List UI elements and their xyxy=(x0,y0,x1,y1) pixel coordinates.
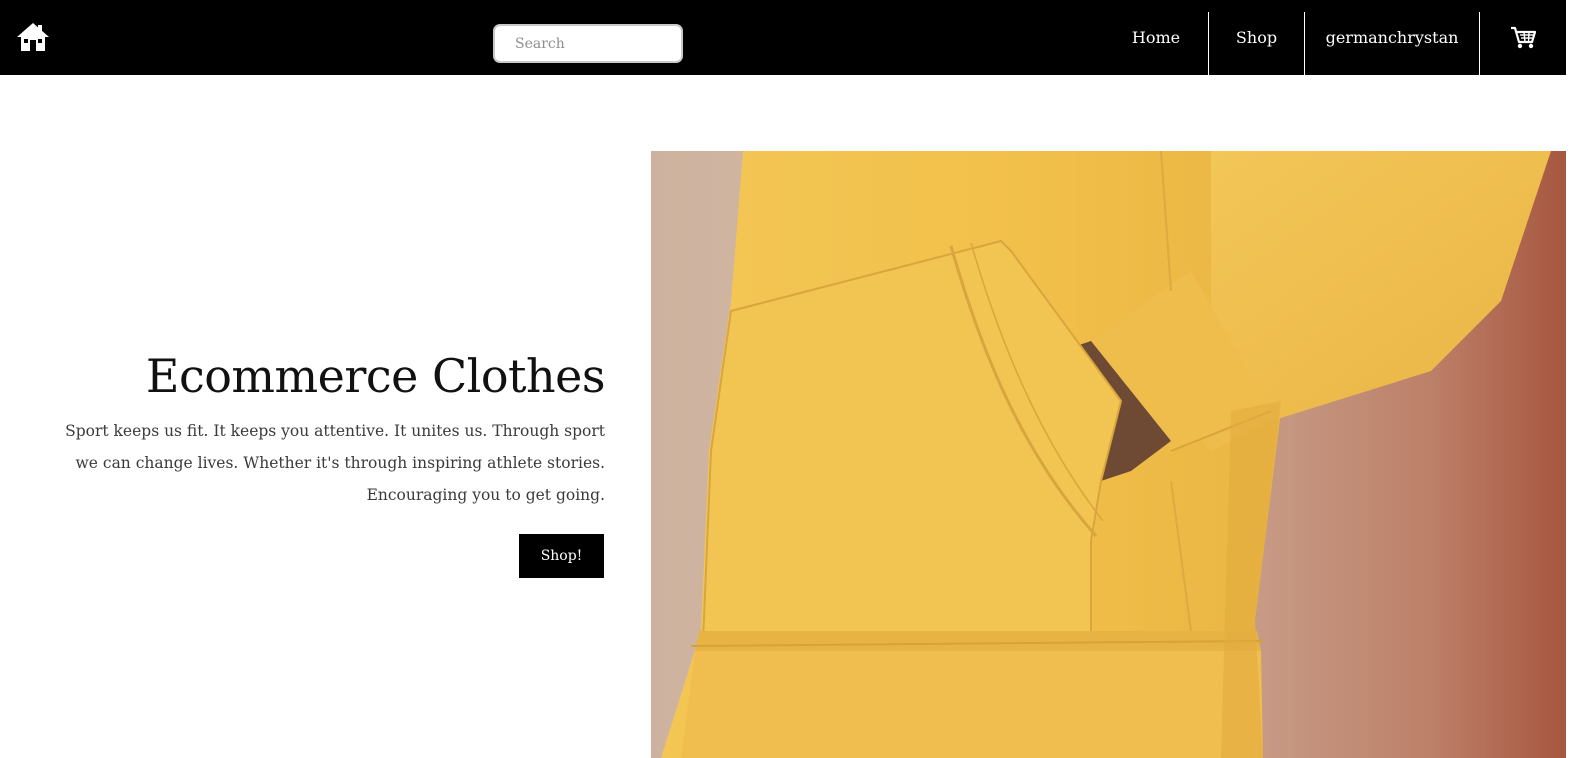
nav-shop-link[interactable]: Shop xyxy=(1209,12,1305,75)
hero-title: Ecommerce Clothes xyxy=(145,349,606,403)
shopping-cart-icon[interactable] xyxy=(1480,12,1566,75)
shop-button[interactable]: Shop! xyxy=(519,534,604,578)
hero-text: Ecommerce Clothes Sport keeps us fit. It… xyxy=(20,345,605,511)
search-input[interactable] xyxy=(493,24,683,63)
page-scrollbar-track xyxy=(1566,0,1582,758)
home-icon[interactable] xyxy=(16,22,50,52)
home-icon-graphic xyxy=(17,23,49,51)
nav-home-link[interactable]: Home xyxy=(1104,12,1209,75)
hero-description: Sport keeps us fit. It keeps you attenti… xyxy=(65,422,605,504)
hero-image xyxy=(651,151,1566,758)
nav-user-link[interactable]: germanchrystan xyxy=(1305,12,1480,75)
shopping-cart-icon-graphic xyxy=(1511,26,1536,49)
nav-links: Home Shop germanchrystan xyxy=(1104,12,1566,75)
top-navbar: Home Shop germanchrystan xyxy=(0,0,1582,75)
yellow-hoodie-photo xyxy=(661,151,1551,758)
